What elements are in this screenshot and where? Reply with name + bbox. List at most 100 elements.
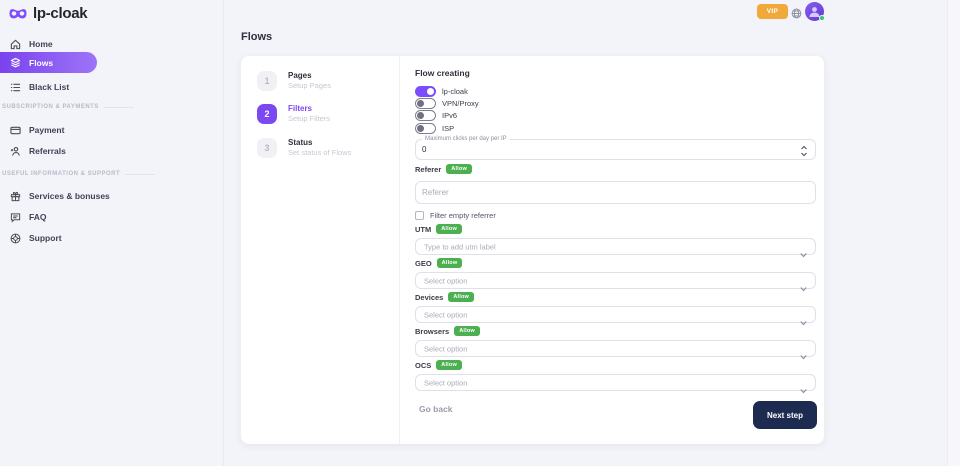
sidebar-item-services[interactable]: Services & bonuses xyxy=(0,188,110,204)
browsers-select[interactable]: Select option xyxy=(415,340,816,357)
toggle-switch-icon[interactable] xyxy=(415,110,436,121)
toggle-switch-icon[interactable] xyxy=(415,86,436,97)
browsers-label-row: Browsers Allow xyxy=(415,326,480,336)
go-back-button[interactable]: Go back xyxy=(419,404,453,414)
chevron-down-icon xyxy=(800,278,807,283)
chevron-down-icon xyxy=(800,244,807,249)
step-status[interactable]: 3 Status Set status of Flows xyxy=(257,138,351,158)
geo-allow-badge[interactable]: Allow xyxy=(437,258,463,268)
online-status-dot xyxy=(819,15,825,21)
next-step-button[interactable]: Next step xyxy=(753,401,817,429)
card-divider xyxy=(399,56,400,444)
ocs-allow-badge[interactable]: Allow xyxy=(436,360,462,370)
home-icon xyxy=(9,38,21,50)
step-subtitle: Setup Filters xyxy=(288,114,330,123)
geo-label-row: GEO Allow xyxy=(415,258,462,268)
step-number: 3 xyxy=(257,138,277,158)
select-placeholder: Select option xyxy=(424,378,467,387)
checkbox-icon[interactable] xyxy=(415,211,424,220)
toggle-isp[interactable]: ISP xyxy=(415,123,454,134)
referer-label-row: Referer Allow xyxy=(415,164,472,174)
sidebar-item-black-list[interactable]: Black List xyxy=(0,79,69,95)
referer-input[interactable] xyxy=(422,182,810,203)
blacklist-icon xyxy=(9,81,21,93)
sidebar-item-referrals[interactable]: Referrals xyxy=(0,143,66,159)
sidebar-item-faq[interactable]: FAQ xyxy=(0,209,46,225)
step-number: 1 xyxy=(257,71,277,91)
referer-allow-badge[interactable]: Allow xyxy=(446,164,472,174)
step-pages[interactable]: 1 Pages Setup Pages xyxy=(257,71,331,91)
toggle-ipv6[interactable]: IPv6 xyxy=(415,110,457,121)
toggle-switch-icon[interactable] xyxy=(415,123,436,134)
section-title: USEFUL INFORMATION & SUPPORT xyxy=(2,171,120,177)
checkbox-label: Filter empty referrer xyxy=(430,211,496,220)
toggle-lp-cloak[interactable]: lp-cloak xyxy=(415,86,468,97)
brand-name: lp-cloak xyxy=(33,5,87,22)
utm-label-row: UTM Allow xyxy=(415,224,462,234)
payment-card-icon xyxy=(9,124,21,136)
utm-allow-badge[interactable]: Allow xyxy=(436,224,462,234)
ocs-label-row: OCS Allow xyxy=(415,360,462,370)
brand-logo[interactable]: lp-cloak xyxy=(8,5,87,22)
chevron-down-icon xyxy=(800,312,807,317)
lifebuoy-icon xyxy=(9,232,21,244)
number-stepper-icon[interactable] xyxy=(800,144,808,156)
app-root: lp-cloak Home Flows Black List SUBSCRIPT… xyxy=(0,0,960,475)
max-clicks-input[interactable] xyxy=(422,140,792,159)
devices-select[interactable]: Select option xyxy=(415,306,816,323)
utm-select[interactable]: Type to add utm label xyxy=(415,238,816,255)
select-placeholder: Select option xyxy=(424,344,467,353)
utm-label: UTM xyxy=(415,225,431,234)
referer-field[interactable] xyxy=(415,181,816,204)
devices-label-row: Devices Allow xyxy=(415,292,474,302)
sidebar-item-label: FAQ xyxy=(29,212,46,222)
user-avatar[interactable] xyxy=(805,2,824,21)
geo-label: GEO xyxy=(415,259,432,268)
step-title: Status xyxy=(288,138,351,148)
geo-select[interactable]: Select option xyxy=(415,272,816,289)
chevron-down-icon xyxy=(800,346,807,351)
language-globe-icon[interactable] xyxy=(791,6,802,17)
flows-icon xyxy=(9,57,21,69)
select-placeholder: Select option xyxy=(424,276,467,285)
filter-empty-referrer[interactable]: Filter empty referrer xyxy=(415,210,496,220)
ocs-select[interactable]: Select option xyxy=(415,374,816,391)
sidebar-item-home[interactable]: Home xyxy=(0,36,53,52)
max-clicks-field[interactable] xyxy=(415,139,816,160)
toggle-vpn-proxy[interactable]: VPN/Proxy xyxy=(415,98,479,109)
sidebar-item-flows[interactable]: Flows xyxy=(0,52,97,73)
sidebar-item-label: Payment xyxy=(29,125,64,135)
sidebar-item-label: Services & bonuses xyxy=(29,191,110,201)
toggle-label: lp-cloak xyxy=(442,87,468,96)
devices-allow-badge[interactable]: Allow xyxy=(448,292,474,302)
vip-button[interactable]: VIP xyxy=(757,4,788,19)
toggle-label: VPN/Proxy xyxy=(442,99,479,108)
devices-label: Devices xyxy=(415,293,443,302)
step-subtitle: Setup Pages xyxy=(288,81,331,90)
browsers-label: Browsers xyxy=(415,327,449,336)
form-heading: Flow creating xyxy=(415,68,470,78)
referrals-person-icon xyxy=(9,145,21,157)
step-filters[interactable]: 2 Filters Setup Filters xyxy=(257,104,330,124)
sidebar-item-support[interactable]: Support xyxy=(0,230,62,246)
browsers-allow-badge[interactable]: Allow xyxy=(454,326,480,336)
select-placeholder: Type to add utm label xyxy=(424,242,496,251)
sidebar-item-payment[interactable]: Payment xyxy=(0,122,64,138)
toggle-label: IPv6 xyxy=(442,111,457,120)
flow-card: 1 Pages Setup Pages 2 Filters Setup Filt… xyxy=(241,56,824,444)
step-title: Filters xyxy=(288,104,330,114)
step-title: Pages xyxy=(288,71,331,81)
ocs-label: OCS xyxy=(415,361,431,370)
toggle-label: ISP xyxy=(442,124,454,133)
chevron-down-icon xyxy=(800,380,807,385)
page-title: Flows xyxy=(241,31,272,43)
scrollbar[interactable] xyxy=(947,0,960,466)
sidebar-item-label: Black List xyxy=(29,82,69,92)
toggle-switch-icon[interactable] xyxy=(415,98,436,109)
referer-label: Referer xyxy=(415,165,441,174)
select-placeholder: Select option xyxy=(424,310,467,319)
gift-icon xyxy=(9,190,21,202)
sidebar-section-payments: SUBSCRIPTION & PAYMENTS xyxy=(0,104,224,110)
sidebar-section-support: USEFUL INFORMATION & SUPPORT xyxy=(0,171,224,177)
sidebar-item-label: Flows xyxy=(29,58,53,68)
